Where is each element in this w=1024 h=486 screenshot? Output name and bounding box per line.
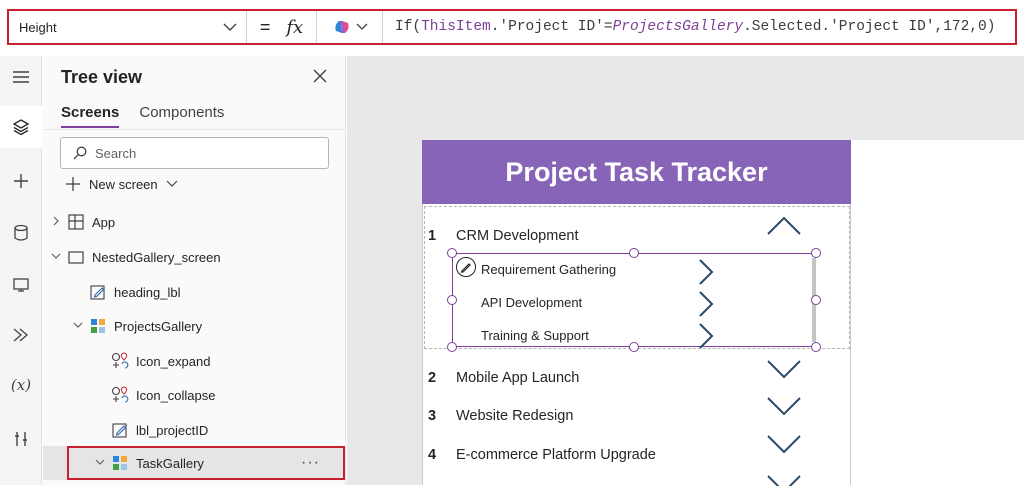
formula-part: ProjectsGallery bbox=[612, 19, 744, 35]
copilot-button[interactable] bbox=[317, 11, 383, 43]
label-edit-icon bbox=[89, 284, 107, 300]
project-name: CRM Development bbox=[456, 228, 579, 244]
chevron-down-icon[interactable] bbox=[49, 251, 63, 263]
data-icon[interactable] bbox=[0, 212, 42, 254]
expand-chevron-down-icon[interactable] bbox=[766, 396, 802, 416]
tab-components[interactable]: Components bbox=[139, 104, 224, 128]
expand-chevron-down-icon[interactable] bbox=[766, 474, 802, 486]
new-screen-label: New screen bbox=[89, 176, 158, 192]
tree-item-heading[interactable]: heading_lbl bbox=[43, 275, 346, 309]
tree-item-screen[interactable]: NestedGallery_screen bbox=[43, 240, 346, 274]
tree-item-label: heading_lbl bbox=[114, 284, 181, 300]
expand-chevron-down-icon[interactable] bbox=[766, 434, 802, 454]
tree-item-label: Icon_collapse bbox=[136, 387, 216, 403]
tree-item-icon-collapse[interactable]: Icon_collapse bbox=[43, 378, 346, 412]
property-dropdown[interactable]: Height bbox=[9, 11, 247, 43]
tree-item-lbl-projectid[interactable]: lbl_projectID bbox=[43, 413, 346, 447]
divider bbox=[43, 129, 346, 130]
resize-handle[interactable] bbox=[447, 295, 457, 305]
task-item: API Development bbox=[481, 295, 583, 310]
icons-control-icon bbox=[111, 386, 129, 403]
edit-pencil-icon[interactable] bbox=[456, 257, 476, 277]
resize-handle[interactable] bbox=[447, 342, 457, 352]
resize-handle[interactable] bbox=[811, 248, 821, 258]
formula-part: .Selected.'Project ID',172,0) bbox=[743, 19, 996, 35]
chevron-right-icon[interactable] bbox=[698, 290, 714, 318]
project-number: 3 bbox=[428, 408, 437, 424]
tree-item-app[interactable]: App bbox=[43, 205, 346, 239]
media-icon[interactable] bbox=[0, 264, 42, 306]
gallery-icon bbox=[89, 318, 107, 334]
tree-item-label: ProjectsGallery bbox=[114, 318, 203, 334]
app-title: Project Task Tracker bbox=[422, 140, 851, 204]
tree-view-panel: Tree view Screens Components Search New … bbox=[43, 56, 346, 485]
chevron-right-icon[interactable] bbox=[698, 258, 714, 286]
new-screen-button[interactable]: New screen bbox=[65, 176, 178, 192]
tree-item-label: Icon_expand bbox=[136, 353, 211, 369]
search-placeholder: Search bbox=[95, 145, 137, 161]
tools-icon[interactable] bbox=[0, 418, 42, 460]
search-icon bbox=[73, 146, 87, 160]
tab-screens[interactable]: Screens bbox=[61, 104, 120, 128]
expand-chevron-down-icon[interactable] bbox=[766, 359, 802, 379]
project-row[interactable]: 3 Website Redesign bbox=[428, 408, 573, 424]
formula-input[interactable]: If(ThisItem.'Project ID'=ProjectsGallery… bbox=[383, 19, 1015, 35]
tree-item-label: lbl_projectID bbox=[136, 422, 209, 438]
chevron-down-icon bbox=[356, 23, 367, 30]
project-row[interactable]: 4 E-commerce Platform Upgrade bbox=[428, 447, 656, 463]
chevron-down-icon bbox=[223, 23, 237, 31]
tree-item-projects-gallery[interactable]: ProjectsGallery bbox=[43, 309, 346, 343]
formula-part: If( bbox=[395, 19, 422, 35]
task-item: Training & Support bbox=[481, 328, 589, 343]
tree-item-icon-expand[interactable]: Icon_expand bbox=[43, 344, 346, 378]
collapse-chevron-up-icon[interactable] bbox=[766, 216, 802, 236]
tree-item-label: NestedGallery_screen bbox=[92, 249, 221, 265]
label-edit-icon bbox=[111, 422, 129, 438]
app-screen: Project Task Tracker 1 CRM Development R… bbox=[422, 140, 1024, 486]
chevron-down-icon bbox=[166, 180, 178, 187]
close-icon[interactable] bbox=[313, 66, 327, 89]
icons-control-icon bbox=[111, 352, 129, 369]
task-item: Requirement Gathering bbox=[481, 262, 617, 277]
variables-icon[interactable]: (x) bbox=[0, 364, 42, 406]
resize-handle[interactable] bbox=[447, 248, 457, 258]
project-row[interactable]: 1 CRM Development bbox=[428, 228, 579, 244]
project-number: 4 bbox=[428, 447, 437, 463]
resize-handle[interactable] bbox=[629, 342, 639, 352]
search-input[interactable]: Search bbox=[60, 137, 329, 169]
project-number: 2 bbox=[428, 370, 437, 386]
formula-part: .'Project ID'= bbox=[490, 19, 613, 35]
layers-icon[interactable] bbox=[0, 106, 42, 148]
plus-icon bbox=[66, 177, 80, 191]
property-value: Height bbox=[19, 19, 57, 35]
panel-title: Tree view bbox=[61, 67, 143, 87]
equals-sign: = bbox=[259, 16, 271, 37]
fx-button[interactable]: = fx bbox=[247, 11, 317, 43]
tree-item-label: App bbox=[92, 214, 116, 230]
screen-icon bbox=[67, 249, 85, 265]
formula-part: ThisItem bbox=[421, 19, 491, 35]
tree-tabs: Screens Components bbox=[61, 104, 224, 128]
app-icon bbox=[67, 214, 85, 230]
chevron-right-icon[interactable] bbox=[698, 322, 714, 350]
fx-icon: fx bbox=[286, 16, 304, 38]
formula-bar: Height = fx If(ThisItem.'Project ID'=Pro… bbox=[7, 9, 1017, 45]
power-automate-icon[interactable] bbox=[0, 314, 42, 356]
resize-handle[interactable] bbox=[629, 248, 639, 258]
resize-handle[interactable] bbox=[811, 295, 821, 305]
insert-plus-icon[interactable] bbox=[0, 160, 42, 202]
project-name: E-commerce Platform Upgrade bbox=[456, 447, 656, 463]
chevron-right-icon[interactable] bbox=[49, 216, 63, 229]
left-rail: (x) bbox=[0, 56, 42, 485]
canvas: Project Task Tracker 1 CRM Development R… bbox=[347, 56, 1024, 486]
project-name: Mobile App Launch bbox=[456, 370, 580, 386]
selection-highlight bbox=[67, 446, 345, 480]
resize-handle[interactable] bbox=[811, 342, 821, 352]
project-number: 1 bbox=[428, 228, 437, 244]
project-row[interactable]: 2 Mobile App Launch bbox=[428, 370, 579, 386]
hamburger-icon[interactable] bbox=[0, 56, 42, 98]
project-name: Website Redesign bbox=[456, 408, 574, 424]
copilot-icon bbox=[334, 21, 349, 33]
chevron-down-icon[interactable] bbox=[71, 320, 85, 332]
